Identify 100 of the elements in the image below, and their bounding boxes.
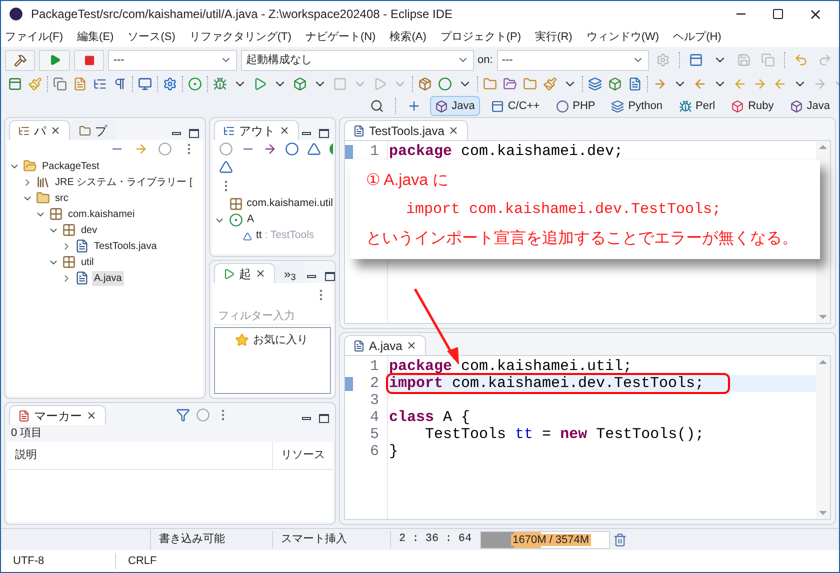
perspective-button[interactable]: Ruby: [726, 96, 779, 116]
close-icon[interactable]: [279, 125, 290, 136]
folder-icon: [503, 77, 517, 91]
tab-label[interactable]: パ: [34, 122, 46, 140]
tree-item[interactable]: TestTools.java: [92, 238, 159, 254]
line-number: 1: [370, 143, 380, 160]
tree-item[interactable]: com.kaishamei: [66, 206, 137, 222]
outline-item[interactable]: com.kaishamei.util: [246, 196, 333, 212]
menu-item[interactable]: プロジェクト(P): [440, 28, 522, 46]
perspective-button[interactable]: Java: [784, 96, 835, 116]
tree-item[interactable]: util: [79, 254, 96, 270]
view-tab[interactable]: マーカー: [9, 405, 106, 425]
menu-item[interactable]: リファクタリング(T): [189, 28, 292, 46]
view-tab[interactable]: A.java: [344, 335, 426, 355]
maximize-button[interactable]: [187, 126, 201, 140]
package-icon: [62, 255, 76, 269]
scroll-up-icon[interactable]: [819, 145, 827, 149]
java-file-icon: [75, 271, 89, 285]
perspective-button[interactable]: C/C++: [486, 96, 545, 116]
close-icon[interactable]: [86, 410, 97, 421]
tree-item[interactable]: src: [53, 190, 70, 206]
tree-item[interactable]: JRE システム・ライブラリー [: [53, 174, 194, 190]
menu-item[interactable]: ヘルプ(H): [673, 28, 722, 46]
tab-label[interactable]: マーカー: [34, 406, 82, 424]
tree-item[interactable]: dev: [79, 222, 100, 238]
launch-dropdown[interactable]: 起動構成なし: [240, 50, 474, 70]
tab-label[interactable]: アウト: [239, 122, 275, 140]
menu-item[interactable]: ファイル(F): [5, 28, 64, 46]
view-tab[interactable]: パ: [9, 120, 70, 140]
mode-dropdown[interactable]: ---: [108, 50, 237, 70]
column-header[interactable]: 説明: [7, 442, 273, 468]
trash-icon: [612, 532, 627, 546]
heap-text: 1670M / 3574M: [510, 534, 592, 546]
perspective-button[interactable]: Java: [430, 96, 480, 116]
perspective-label: Ruby: [748, 98, 774, 114]
view-tab[interactable]: プ: [70, 120, 116, 140]
tree-item[interactable]: PackageTest: [40, 158, 102, 174]
column-header[interactable]: リソース: [273, 442, 333, 468]
tab-label[interactable]: プ: [95, 122, 107, 140]
scroll-down-icon[interactable]: [819, 315, 827, 319]
close-icon[interactable]: [406, 340, 418, 351]
package-icon: [418, 77, 432, 91]
scroll-down-icon[interactable]: [819, 511, 827, 515]
brush-icon: [28, 77, 42, 91]
build-button[interactable]: [5, 50, 36, 70]
close-icon[interactable]: [448, 125, 460, 136]
new-window-icon: [689, 53, 703, 67]
copy-icon: [53, 77, 67, 91]
maximize-icon[interactable]: [772, 8, 784, 20]
run-button[interactable]: [39, 50, 70, 70]
menu-item[interactable]: ソース(S): [128, 28, 176, 46]
stop-button[interactable]: [74, 50, 104, 70]
perspective-button[interactable]: Perl: [674, 96, 720, 116]
dropdown-value: ---: [113, 52, 124, 68]
perspective-button[interactable]: Python: [606, 96, 668, 116]
bug-icon: [213, 77, 227, 91]
menu-item[interactable]: ナビゲート(N): [305, 28, 376, 46]
maximize-button[interactable]: [317, 411, 331, 425]
view-tab[interactable]: »$_{3}$: [275, 263, 305, 283]
tab-label[interactable]: »$_{3}$: [284, 264, 296, 282]
perspective-label: C/C++: [508, 98, 540, 114]
arrow-left-icon: [773, 77, 787, 91]
tab-label[interactable]: 起: [239, 264, 251, 282]
star-icon: [235, 333, 249, 348]
code-editor[interactable]: 1 2 3 4 5 6 package com.kaishamei.util; import com.kaishamei.dev.TestTools; class A { TestTools tt = new TestTools(); }: [344, 355, 831, 520]
package-icon: [49, 207, 63, 221]
perspective-icon: [490, 100, 504, 112]
target-dropdown[interactable]: ---: [496, 50, 649, 70]
menu-item[interactable]: 実行(R): [535, 28, 572, 46]
search-icon: [370, 99, 384, 113]
outline-item[interactable]: tt : TestTools: [256, 228, 314, 244]
view-tab[interactable]: 起: [214, 263, 275, 283]
cursor-position: 2 : 36 : 64: [398, 532, 473, 548]
java-file-icon: [75, 239, 89, 253]
perspective-icon: [731, 100, 744, 112]
editor-tab-label[interactable]: A.java: [369, 336, 402, 354]
list-item[interactable]: お気に入り: [253, 332, 308, 348]
outline-item[interactable]: A: [247, 212, 254, 228]
save-icon: [737, 53, 751, 67]
open-perspective-icon: [406, 99, 421, 113]
view-tab[interactable]: TestTools.java: [344, 120, 468, 140]
maximize-button[interactable]: [322, 269, 337, 283]
layers-icon: [588, 77, 602, 91]
tree-item[interactable]: A.java: [92, 270, 124, 286]
perspective-label: Perl: [696, 98, 716, 114]
menu-item[interactable]: ウィンドウ(W): [586, 28, 660, 46]
filter-field[interactable]: フィルター入力: [214, 307, 331, 325]
scroll-up-icon[interactable]: [819, 360, 827, 364]
editor-tab-label[interactable]: TestTools.java: [369, 122, 444, 140]
code-line: package com.kaishamei.util;: [388, 358, 634, 375]
callout-text: ① A.java に: [366, 172, 450, 189]
maximize-button[interactable]: [317, 126, 331, 140]
view-tab[interactable]: アウト: [214, 120, 299, 140]
perspective-button[interactable]: PHP: [550, 96, 600, 116]
menu-item[interactable]: 検索(A): [390, 28, 426, 46]
code-editor[interactable]: 1 package com.kaishamei.dev; ① A.java に import com.kaishamei.dev.TestTools; というインポート宣言を追加することでエラーが無くなる。: [344, 140, 831, 324]
pilcrow-icon: [113, 77, 127, 91]
close-icon[interactable]: [255, 268, 266, 279]
close-icon[interactable]: [50, 125, 61, 136]
menu-item[interactable]: 編集(E): [77, 28, 114, 46]
